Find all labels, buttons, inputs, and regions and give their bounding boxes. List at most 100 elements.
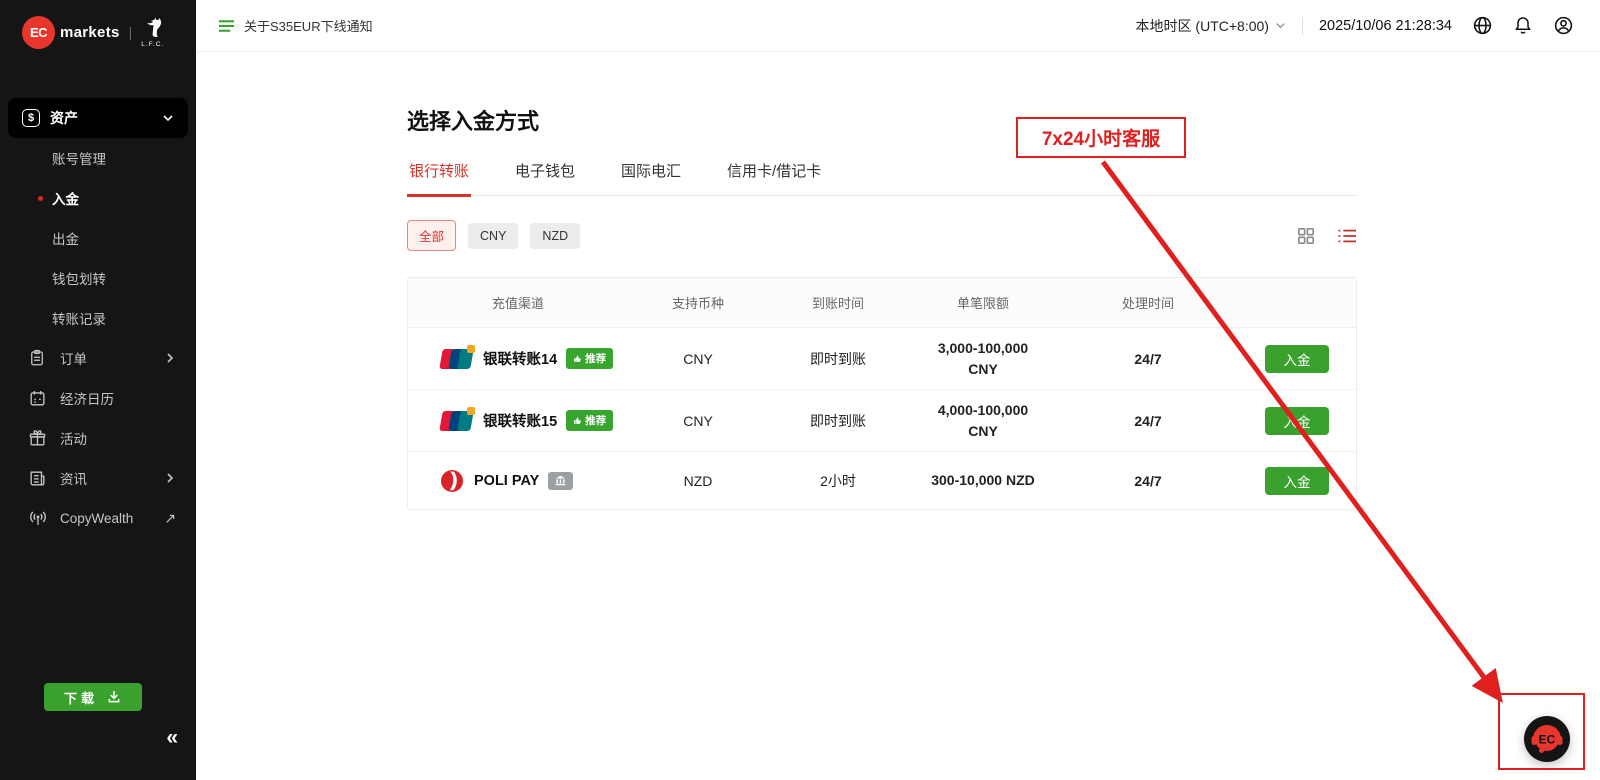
channel-cell: 银联转账15 推荐 (408, 410, 628, 431)
table-row: 银联转账15 推荐 CNY 即时到账 4,000-100,000 CNY 24/… (408, 390, 1356, 452)
assets-submenu: 账号管理 入金 出金 钱包划转 转账记录 (0, 138, 196, 338)
tab-international-wire[interactable]: 国际电汇 (619, 160, 683, 195)
tab-bank-transfer[interactable]: 银行转账 (407, 160, 471, 197)
deposit-button[interactable]: 入金 (1265, 345, 1329, 373)
external-link-icon: ↗ (164, 510, 176, 527)
lfc-logo: L.F.C. (141, 16, 164, 48)
sidebar-item-label: 资产 (50, 108, 78, 128)
sidebar-item-label: CopyWealth (60, 511, 133, 526)
filter-chip-all[interactable]: 全部 (407, 220, 456, 251)
bank-badge (548, 472, 573, 490)
limit-line2: CNY (908, 421, 1058, 442)
announcement-banner[interactable]: 关于S35EUR下线通知 (218, 16, 373, 35)
deposit-button[interactable]: 入金 (1265, 407, 1329, 435)
table-header-row: 充值渠道 支持币种 到账时间 单笔限额 处理时间 (408, 278, 1356, 328)
tab-e-wallet[interactable]: 电子钱包 (513, 160, 577, 195)
sidebar-item-label: 经济日历 (60, 388, 114, 408)
chevron-right-icon (164, 352, 176, 364)
brand-markets-label: markets (60, 24, 120, 41)
liver-bird-icon (142, 16, 164, 40)
sidebar-item-deposit[interactable]: 入金 (0, 178, 196, 218)
currency-cell: CNY (628, 351, 768, 367)
channel-name: 银联转账15 (483, 410, 557, 431)
currency-cell: CNY (628, 413, 768, 429)
page-title: 选择入金方式 (407, 104, 1357, 136)
channel-name: 银联转账14 (483, 348, 557, 369)
topbar-right: 本地时区 (UTC+8:00) 2025/10/06 21:28:34 (1136, 15, 1574, 36)
limit-line1: 4,000-100,000 (908, 400, 1058, 421)
chevron-right-icon (164, 472, 176, 484)
currency-cell: NZD (628, 473, 768, 489)
logo-badge-dot (467, 407, 475, 415)
processing-cell: 24/7 (1058, 351, 1238, 367)
sidebar-item-orders[interactable]: 订单 (0, 338, 196, 378)
grid-view-icon[interactable] (1297, 227, 1315, 245)
vertical-divider (1302, 17, 1303, 35)
user-account-icon[interactable] (1553, 15, 1574, 36)
arrival-cell: 即时到账 (768, 349, 908, 369)
sidebar-collapse-button[interactable]: « (166, 726, 178, 750)
table-row: 银联转账14 推荐 CNY 即时到账 3,000-100,000 CNY 24/… (408, 328, 1356, 390)
currency-filter-row: 全部 CNY NZD (407, 220, 1357, 251)
action-cell: 入金 (1238, 407, 1356, 435)
logo-badge-dot (467, 345, 475, 353)
channel-cell: 银联转账14 推荐 (408, 348, 628, 369)
column-header: 处理时间 (1058, 293, 1238, 312)
sidebar-item-label: 转账记录 (52, 308, 106, 328)
sidebar-item-withdraw[interactable]: 出金 (0, 218, 196, 258)
limit-cell: 300-10,000 NZD (908, 470, 1058, 491)
calendar-icon (28, 389, 50, 408)
action-cell: 入金 (1238, 467, 1356, 495)
list-view-icon[interactable] (1337, 227, 1357, 245)
arrival-cell: 2小时 (768, 471, 908, 491)
table-row: POLI PAY NZD 2小时 300-10,000 NZD 24/7 入金 (408, 452, 1356, 509)
limit-line2: CNY (908, 359, 1058, 380)
download-label: 下载 (64, 688, 98, 707)
filter-chip-cny[interactable]: CNY (468, 223, 518, 249)
recommended-badge: 推荐 (566, 348, 613, 369)
download-button[interactable]: 下载 (44, 683, 142, 711)
ec-markets-logo-icon: EC (22, 16, 55, 49)
poli-pay-logo-icon (441, 470, 463, 492)
sidebar-item-promotions[interactable]: 活动 (0, 418, 196, 458)
announcement-icon (218, 18, 235, 34)
announcement-text: 关于S35EUR下线通知 (244, 16, 373, 35)
brand-logo: EC markets | L.F.C. (0, 0, 196, 64)
sidebar-item-label: 活动 (60, 428, 87, 448)
sidebar-item-assets[interactable]: $ 资产 (8, 98, 188, 138)
annotation-callout-box: 7x24小时客服 (1016, 117, 1186, 158)
processing-cell: 24/7 (1058, 473, 1238, 489)
sidebar-item-transfer-records[interactable]: 转账记录 (0, 298, 196, 338)
annotation-label: 7x24小时客服 (1042, 124, 1160, 151)
channel-cell: POLI PAY (408, 470, 628, 492)
limit-cell: 3,000-100,000 CNY (908, 338, 1058, 380)
orders-icon (28, 348, 50, 368)
timezone-selector[interactable]: 本地时区 (UTC+8:00) (1136, 16, 1286, 36)
view-toggles (1297, 227, 1357, 245)
sidebar-item-economic-calendar[interactable]: 经济日历 (0, 378, 196, 418)
deposit-page: 选择入金方式 银行转账 电子钱包 国际电汇 信用卡/借记卡 全部 CNY NZD (407, 52, 1357, 510)
gift-icon (28, 429, 50, 448)
sidebar-menu: 订单 经济日历 活动 (0, 338, 196, 538)
processing-cell: 24/7 (1058, 413, 1238, 429)
tab-credit-debit-card[interactable]: 信用卡/借记卡 (725, 160, 823, 195)
limit-line1: 3,000-100,000 (908, 338, 1058, 359)
notifications-bell-icon[interactable] (1513, 15, 1533, 36)
logo-divider: | (129, 24, 133, 40)
sidebar-item-copywealth[interactable]: CopyWealth ↗ (0, 498, 196, 538)
badge-label: 推荐 (585, 413, 606, 428)
sidebar-item-label: 入金 (52, 188, 79, 208)
lfc-label: L.F.C. (141, 41, 164, 48)
sidebar-item-account-management[interactable]: 账号管理 (0, 138, 196, 178)
deposit-button[interactable]: 入金 (1265, 467, 1329, 495)
sidebar-item-label: 出金 (52, 228, 79, 248)
topbar: 关于S35EUR下线通知 本地时区 (UTC+8:00) 2025/10/06 … (196, 0, 1600, 52)
filter-chip-nzd[interactable]: NZD (530, 223, 580, 249)
sidebar-item-news[interactable]: 资讯 (0, 458, 196, 498)
unionpay-logo-icon (441, 411, 472, 431)
sidebar-item-label: 钱包划转 (52, 268, 106, 288)
sidebar-item-wallet-transfer[interactable]: 钱包划转 (0, 258, 196, 298)
unionpay-logo-icon (441, 349, 472, 369)
language-globe-icon[interactable] (1472, 15, 1493, 36)
channel-name: POLI PAY (474, 473, 539, 489)
